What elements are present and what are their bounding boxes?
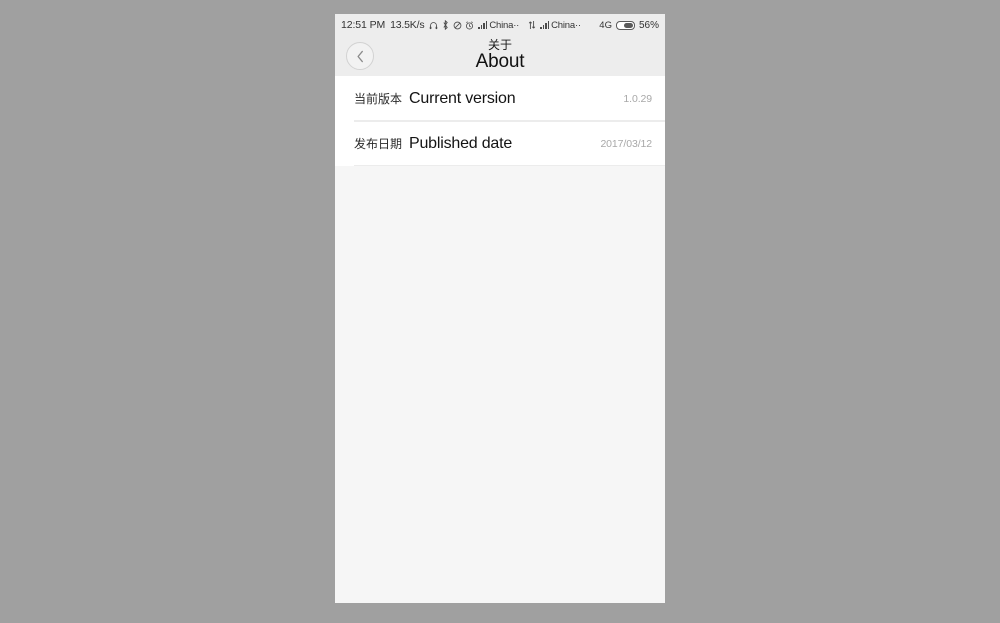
row-value: 2017/03/12 xyxy=(600,137,652,150)
signal-bars-icon-2 xyxy=(540,21,550,29)
table-row[interactable]: 发布日期 Published date 2017/03/12 xyxy=(335,121,665,166)
phone-screen: 12:51 PM 13.5K/s China·· China·· 4G 56% … xyxy=(335,14,665,603)
network-type-label: 4G xyxy=(599,19,612,31)
status-right-group: 4G 56% xyxy=(599,20,659,31)
chevron-left-icon xyxy=(356,50,365,63)
data-transfer-icon xyxy=(527,20,536,31)
table-row[interactable]: 当前版本 Current version 1.0.29 xyxy=(335,76,665,121)
alarm-clock-icon xyxy=(465,20,474,31)
status-time: 12:51 PM xyxy=(341,19,386,31)
back-button[interactable] xyxy=(346,42,374,70)
headphone-icon xyxy=(429,20,438,31)
battery-icon xyxy=(615,20,635,30)
status-bar: 12:51 PM 13.5K/s China·· China·· 4G 56% xyxy=(335,14,665,36)
row-label-cn: 发布日期 xyxy=(354,137,403,151)
bluetooth-icon xyxy=(441,20,450,31)
row-label-cn: 当前版本 xyxy=(354,92,403,106)
mute-icon xyxy=(453,20,462,31)
status-data-rate: 13.5K/s xyxy=(390,19,425,31)
row-value: 1.0.29 xyxy=(623,92,652,105)
row-label-en: Current version xyxy=(409,89,516,107)
about-list: 当前版本 Current version 1.0.29 发布日期 Publish… xyxy=(335,76,665,166)
page-canvas: 12:51 PM 13.5K/s China·· China·· 4G 56% … xyxy=(0,0,1000,623)
nav-bar: 关于 About xyxy=(335,36,665,76)
carrier-label-1: China·· xyxy=(489,19,520,31)
row-label-en: Published date xyxy=(409,134,513,152)
battery-percent-label: 56% xyxy=(638,19,659,31)
status-icon-group xyxy=(429,20,474,31)
carrier-label-2: China·· xyxy=(551,19,581,31)
signal-bars-icon-1 xyxy=(478,21,488,29)
page-title-cn: 关于 xyxy=(487,38,512,52)
page-title: 关于 About xyxy=(335,36,665,72)
page-title-en: About xyxy=(475,51,525,72)
